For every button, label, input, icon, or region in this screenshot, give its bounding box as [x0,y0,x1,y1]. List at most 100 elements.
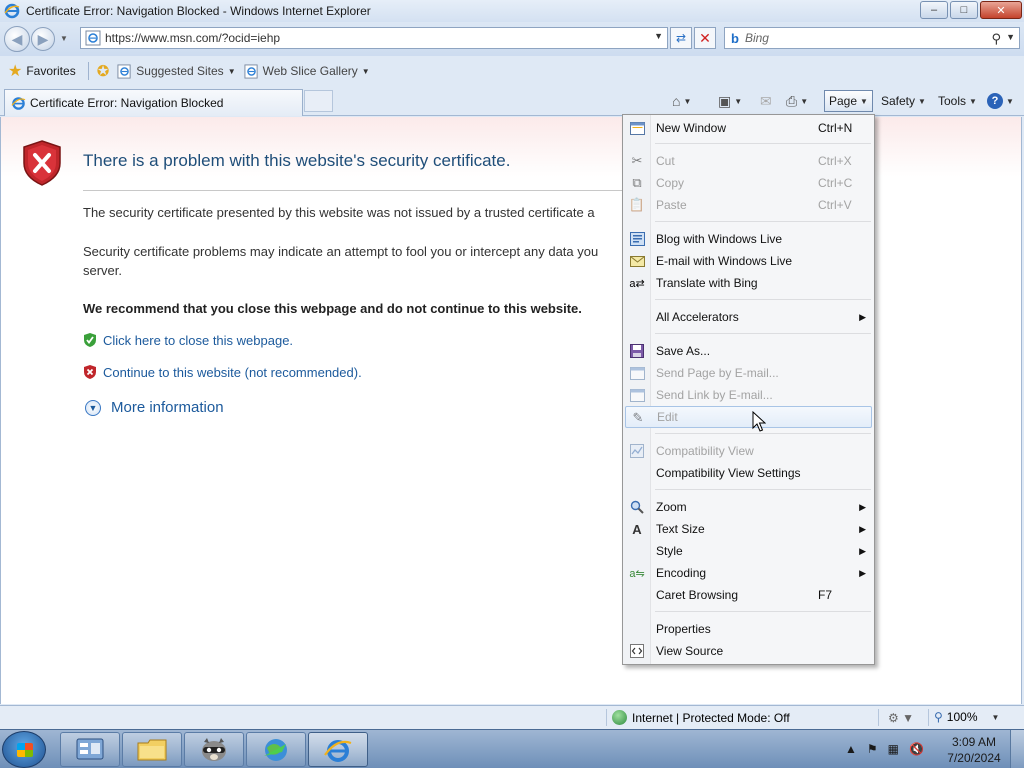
safety-label: Safety [881,94,916,108]
globe-arrow-icon [264,738,287,761]
show-hidden-icons-icon[interactable]: ▲ [845,742,857,756]
web-slice-gallery-label: Web Slice Gallery [262,64,358,78]
print-button[interactable]: ⎙ ▼ [786,90,808,112]
address-dropdown-icon[interactable]: ▼ [654,31,663,41]
chevron-down-icon: ▼ [227,66,236,76]
menu-item-label: Style [656,544,683,558]
menu-item-shortcut: Ctrl+C [818,176,853,190]
chevron-down-icon[interactable]: ▼ [683,97,691,106]
tab-certificate-error[interactable]: Certificate Error: Navigation Blocked [4,89,303,116]
menu-item-email-with-windows-live[interactable]: E-mail with Windows Live [625,250,872,272]
favorites-button[interactable]: ★ Favorites [8,61,76,81]
continue-to-website-link[interactable]: Continue to this website (not recommende… [83,364,362,380]
menu-item-zoom[interactable]: Zoom ▶ [625,496,872,518]
menu-item-properties[interactable]: Properties [625,618,872,640]
refresh-button[interactable]: ⇄ [670,27,692,49]
close-button[interactable]: ✕ [980,1,1022,19]
raccoon-icon [202,737,226,761]
feeds-button[interactable]: ▣ ▼ [718,90,742,112]
page-menu-button[interactable]: Page ▼ [824,90,873,112]
menu-item-save-as[interactable]: Save As... [625,340,872,362]
menu-item-style[interactable]: Style ▶ [625,540,872,562]
chevron-down-icon[interactable]: ▼ [734,97,742,106]
safety-menu-button[interactable]: Safety ▼ [881,90,926,112]
address-bar[interactable]: https://www.msn.com/?ocid=iehp ▼ [80,27,668,49]
read-mail-button[interactable]: ✉ [760,90,772,112]
menu-item-all-accelerators[interactable]: All Accelerators ▶ [625,306,872,328]
menu-item-text-size[interactable]: A Text Size ▶ [625,518,872,540]
stop-button[interactable]: ✕ [694,27,716,49]
zoom-level-button[interactable]: ⚲ 100% ▼ [934,710,999,724]
suggested-sites-label: Suggested Sites [136,64,224,78]
recent-pages-dropdown[interactable]: ▼ [60,34,68,43]
expand-chevron-icon: ▼ [85,399,101,416]
menu-separator [655,299,871,300]
menu-item-encoding[interactable]: a⇋ Encoding ▶ [625,562,872,584]
mail-icon: ✉ [760,92,772,109]
maximize-button[interactable]: □ [950,1,978,19]
add-to-favorites-bar-icon[interactable]: ✪ [97,62,110,80]
protected-mode-settings-icon[interactable]: ⚙ ▼ [888,711,914,725]
menu-item-view-source[interactable]: View Source [625,640,872,662]
forward-button[interactable]: ▶ [31,27,55,51]
back-button[interactable]: ◀ [4,26,30,52]
status-separator [928,709,929,726]
close-webpage-label[interactable]: Click here to close this webpage. [103,333,293,348]
taskbar-raccoon-app[interactable] [184,732,244,767]
text-size-icon: A [632,521,642,537]
menu-item-label: Translate with Bing [656,276,758,290]
tools-menu-button[interactable]: Tools ▼ [938,90,977,112]
search-icon[interactable]: ⚲ [991,31,1001,47]
network-icon[interactable]: ▦ [888,742,899,756]
taskbar-internet-explorer[interactable] [308,732,368,767]
menu-item-copy[interactable]: ⧉ Copy Ctrl+C [625,172,872,194]
search-options-dropdown-icon[interactable]: ▼ [1006,32,1015,42]
minimize-button[interactable]: – [920,1,948,19]
menu-item-cut[interactable]: ✂ Cut Ctrl+X [625,150,872,172]
menu-item-paste[interactable]: 📋 Paste Ctrl+V [625,194,872,216]
web-slice-gallery-button[interactable]: Web Slice Gallery ▼ [244,63,370,79]
back-arrow-icon: ◀ [11,30,23,47]
menu-item-label: Save As... [656,344,711,358]
menu-item-translate-with-bing[interactable]: a⇄ Translate with Bing [625,272,872,294]
more-information-label[interactable]: More information [111,399,224,416]
search-box[interactable]: b Bing ⚲ ▼ [724,27,1020,49]
volume-muted-icon[interactable]: 🔇 [909,742,924,756]
system-clock[interactable]: 3:09 AM 7/20/2024 [946,734,1002,766]
taskbar-network-app[interactable] [246,732,306,767]
menu-item-label: All Accelerators [656,310,739,324]
zoom-icon: ⚲ [934,710,943,724]
suggested-sites-button[interactable]: Suggested Sites ▼ [117,63,236,79]
taskbar-file-explorer[interactable] [122,732,182,767]
menu-separator [655,221,871,222]
menu-item-label: Compatibility View [656,444,754,458]
menu-item-compatibility-view-settings[interactable]: Compatibility View Settings [625,462,872,484]
page-dropdown-menu: New Window Ctrl+N ✂ Cut Ctrl+X ⧉ Copy Ct… [622,114,875,665]
menu-item-label: Properties [656,622,711,636]
start-button[interactable] [2,731,46,768]
menu-item-label: Paste [656,198,687,212]
chevron-down-icon[interactable]: ▼ [992,713,1000,722]
menu-item-edit[interactable]: ✎ Edit [625,406,872,428]
menu-item-caret-browsing[interactable]: Caret Browsing F7 [625,584,872,606]
close-webpage-link[interactable]: Click here to close this webpage. [83,332,293,348]
menu-item-send-page-by-email[interactable]: Send Page by E-mail... [625,362,872,384]
zoom-level: 100% [946,710,978,724]
view-source-icon [629,643,645,659]
menu-item-send-link-by-email[interactable]: Send Link by E-mail... [625,384,872,406]
action-center-flag-icon[interactable]: ⚑ [867,742,878,756]
chevron-down-icon[interactable]: ▼ [800,97,808,106]
security-zone[interactable]: Internet | Protected Mode: Off [612,710,790,725]
menu-item-compatibility-view[interactable]: Compatibility View [625,440,872,462]
help-menu-button[interactable]: ? ▼ [987,90,1014,112]
home-button[interactable]: ⌂ ▼ [672,90,691,112]
menu-item-blog-with-windows-live[interactable]: Blog with Windows Live [625,228,872,250]
show-desktop-button[interactable] [1010,730,1024,768]
taskbar-server-manager[interactable] [60,732,120,767]
more-information-toggle[interactable]: ▼ More information [85,399,224,416]
continue-to-website-label[interactable]: Continue to this website (not recommende… [103,365,362,380]
new-tab-button[interactable] [304,90,333,112]
search-placeholder: Bing [744,31,769,45]
menu-item-label: Blog with Windows Live [656,232,783,246]
menu-item-new-window[interactable]: New Window Ctrl+N [625,117,872,139]
